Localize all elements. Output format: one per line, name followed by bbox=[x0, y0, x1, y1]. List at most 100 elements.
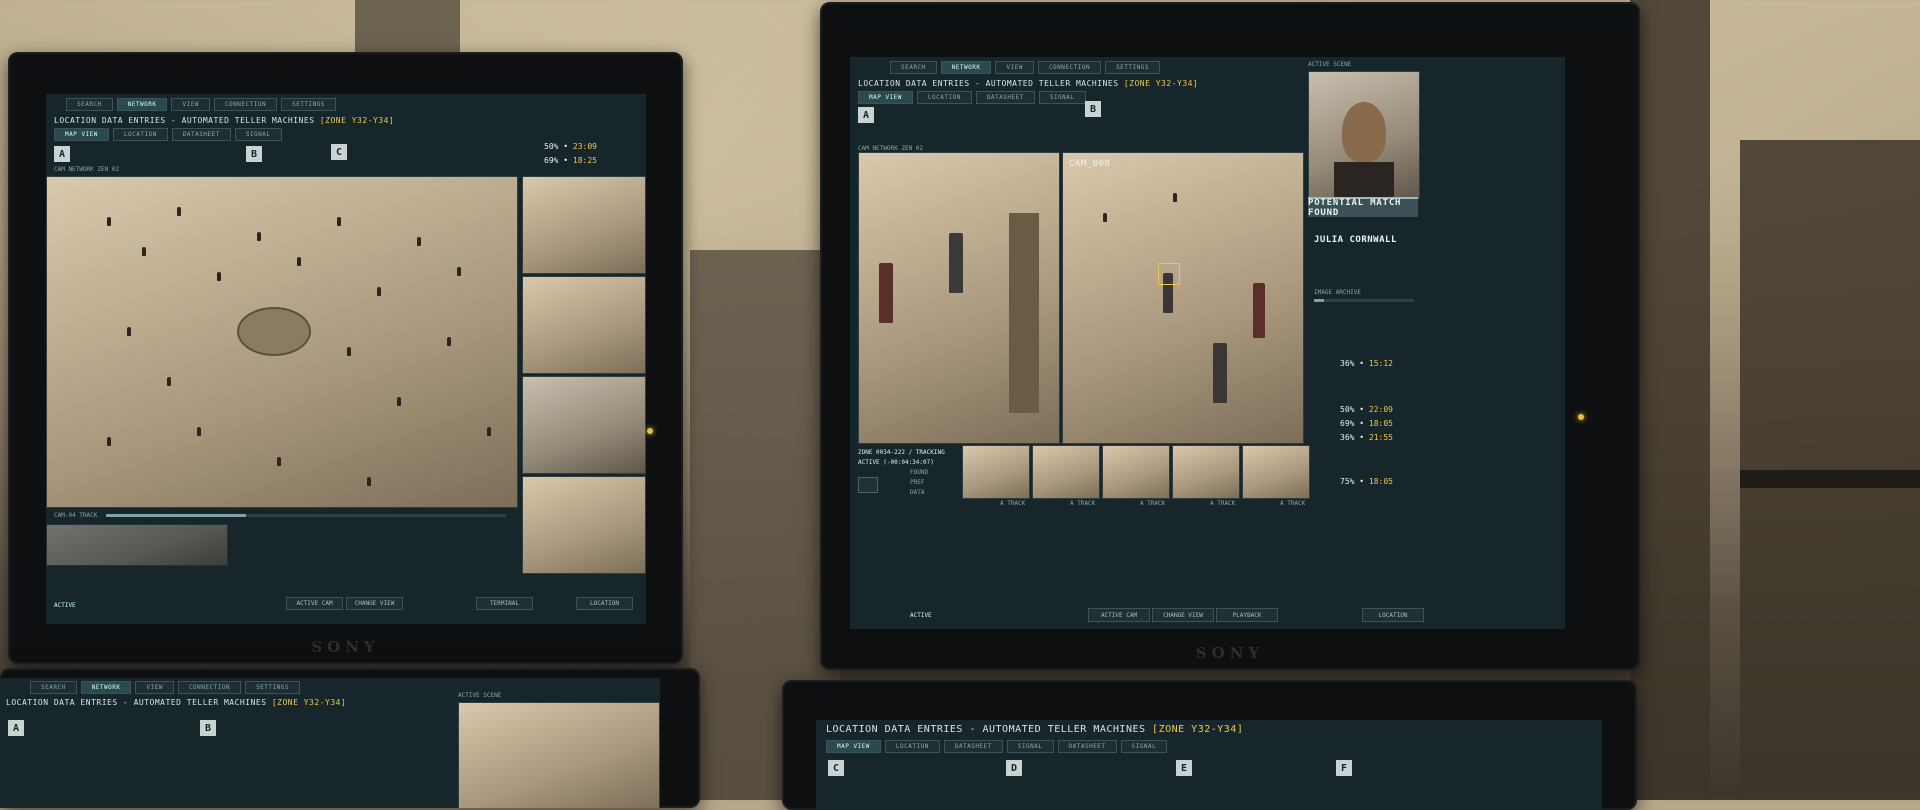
atm-badge-b[interactable]: B bbox=[246, 146, 262, 162]
tab-settings[interactable]: SETTINGS bbox=[245, 681, 300, 694]
playback-button[interactable]: PLAYBACK bbox=[1216, 608, 1278, 622]
tab-network[interactable]: NETWORK bbox=[940, 61, 992, 74]
tab-signal[interactable]: SIGNAL bbox=[1006, 740, 1054, 753]
location-button[interactable]: LOCATION bbox=[576, 597, 633, 610]
atm-badge-e[interactable]: E bbox=[1176, 760, 1192, 776]
stat-time: 23:09 bbox=[572, 142, 597, 151]
bottom-left-monitor: SEARCH NETWORK VIEW CONNECTION SETTINGS … bbox=[0, 668, 700, 808]
bottom-left-screen: SEARCH NETWORK VIEW CONNECTION SETTINGS … bbox=[0, 678, 660, 808]
tab-signal[interactable]: SIGNAL bbox=[1038, 91, 1086, 104]
image-archive-label: IMAGE ARCHIVE bbox=[1314, 289, 1361, 296]
camera-thumb[interactable] bbox=[522, 476, 646, 574]
zone-tracking-line: ZONE 0034-222 / TRACKING bbox=[858, 449, 945, 456]
stat-pct: 36% bbox=[1340, 433, 1355, 442]
header-title: LOCATION DATA ENTRIES - AUTOMATED TELLER… bbox=[6, 698, 346, 707]
change-view-button[interactable]: CHANGE VIEW bbox=[346, 597, 403, 610]
track-thumb[interactable] bbox=[1102, 445, 1170, 499]
match-photo[interactable] bbox=[1308, 71, 1420, 199]
info-booth bbox=[237, 307, 311, 356]
cam-network-label: CAM NETWORK ZEN 02 bbox=[858, 145, 924, 152]
tab-map-view[interactable]: MAP VIEW bbox=[858, 91, 913, 104]
tab-network[interactable]: NETWORK bbox=[116, 98, 168, 111]
status-active: ACTIVE bbox=[910, 612, 932, 619]
atm-badge-f[interactable]: F bbox=[1336, 760, 1352, 776]
cam-label: CAM_008 bbox=[1069, 159, 1111, 169]
tab-signal[interactable]: SIGNAL bbox=[234, 128, 282, 141]
camera-feed-main[interactable]: CAM_008 bbox=[1062, 152, 1304, 444]
tab-view[interactable]: VIEW bbox=[995, 61, 1034, 74]
active-cam-button[interactable]: ACTIVE CAM bbox=[286, 597, 343, 610]
location-button[interactable]: LOCATION bbox=[1362, 608, 1424, 622]
tab-location[interactable]: LOCATION bbox=[112, 128, 168, 141]
tab-datasheet[interactable]: DATASHEET bbox=[171, 128, 231, 141]
window-frame bbox=[1630, 0, 1710, 800]
tab-search[interactable]: SEARCH bbox=[66, 98, 113, 111]
change-view-button[interactable]: CHANGE VIEW bbox=[1152, 608, 1214, 622]
track-label: CAM-04 TRACK bbox=[54, 512, 98, 519]
tab-settings[interactable]: SETTINGS bbox=[1105, 61, 1160, 74]
tab-network[interactable]: NETWORK bbox=[80, 681, 132, 694]
tab-location[interactable]: LOCATION bbox=[916, 91, 972, 104]
tab-connection[interactable]: CONNECTION bbox=[1037, 61, 1102, 74]
camera-thumb[interactable] bbox=[522, 376, 646, 474]
atm-badge-a[interactable]: A bbox=[54, 146, 70, 162]
thumb-label: A TRACK bbox=[1070, 500, 1096, 507]
terminal-button[interactable]: TERMINAL bbox=[476, 597, 533, 610]
atm-badge-a[interactable]: A bbox=[8, 720, 24, 736]
atm-badge-d[interactable]: D bbox=[1006, 760, 1022, 776]
face bbox=[1342, 102, 1386, 162]
window-frame bbox=[1740, 470, 1920, 488]
atm-badge-c[interactable]: C bbox=[331, 144, 347, 160]
counter bbox=[1009, 213, 1039, 413]
camera-feed[interactable] bbox=[458, 702, 660, 808]
thumb-label: A TRACK bbox=[1140, 500, 1166, 507]
header-title-text: LOCATION DATA ENTRIES - AUTOMATED TELLER… bbox=[858, 79, 1119, 88]
tab-connection[interactable]: CONNECTION bbox=[177, 681, 242, 694]
tab-connection[interactable]: CONNECTION bbox=[213, 98, 278, 111]
camera-thumb[interactable] bbox=[522, 276, 646, 374]
path-found: FOUND bbox=[910, 469, 929, 476]
track-thumb[interactable] bbox=[1172, 445, 1240, 499]
tab-view[interactable]: VIEW bbox=[171, 98, 210, 111]
stat-pct: 50% bbox=[1340, 405, 1355, 414]
tab-settings[interactable]: SETTINGS bbox=[281, 98, 336, 111]
timeline-bar[interactable] bbox=[106, 514, 506, 517]
camera-feed-left[interactable] bbox=[858, 152, 1060, 444]
tab-datasheet-2[interactable]: DATASHEET bbox=[1057, 740, 1117, 753]
zone-label: [ZONE Y32-Y34] bbox=[319, 116, 395, 125]
path-data: DATA bbox=[910, 489, 925, 496]
atm-badge-a[interactable]: A bbox=[858, 107, 874, 123]
tab-signal-2[interactable]: SIGNAL bbox=[1120, 740, 1168, 753]
track-thumb[interactable] bbox=[962, 445, 1030, 499]
tab-map-view[interactable]: MAP VIEW bbox=[54, 128, 109, 141]
tab-search[interactable]: SEARCH bbox=[890, 61, 937, 74]
potential-match-banner: POTENTIAL MATCH FOUND bbox=[1308, 197, 1418, 218]
atm-badge-b[interactable]: B bbox=[200, 720, 216, 736]
tab-map-view[interactable]: MAP VIEW bbox=[826, 740, 881, 753]
header-title: LOCATION DATA ENTRIES - AUTOMATED TELLER… bbox=[54, 116, 394, 125]
status-active: ACTIVE bbox=[54, 602, 76, 609]
stat-line: 75% • 18:05 bbox=[1340, 477, 1393, 486]
tab-location[interactable]: LOCATION bbox=[884, 740, 940, 753]
tab-view[interactable]: VIEW bbox=[135, 681, 174, 694]
thumb-label: A TRACK bbox=[1280, 500, 1306, 507]
camera-feed-main[interactable] bbox=[46, 176, 518, 508]
cam-network-label: CAM NETWORK ZEN 02 bbox=[54, 166, 120, 173]
active-cam-button[interactable]: ACTIVE CAM bbox=[1088, 608, 1150, 622]
stat-line: 50% • 23:09 bbox=[544, 142, 597, 151]
atm-badge-c[interactable]: C bbox=[828, 760, 844, 776]
header-title: LOCATION DATA ENTRIES - AUTOMATED TELLER… bbox=[826, 724, 1243, 735]
brand-logo: SONY bbox=[1195, 644, 1265, 662]
stat-pct: 69% bbox=[1340, 419, 1355, 428]
tab-datasheet[interactable]: DATASHEET bbox=[975, 91, 1035, 104]
header-title-text: LOCATION DATA ENTRIES - AUTOMATED TELLER… bbox=[54, 116, 315, 125]
track-thumb[interactable] bbox=[1032, 445, 1100, 499]
atm-badge-b[interactable]: B bbox=[1085, 101, 1101, 117]
track-thumb[interactable] bbox=[1242, 445, 1310, 499]
tab-search[interactable]: SEARCH bbox=[30, 681, 77, 694]
power-led bbox=[1578, 414, 1584, 420]
tab-datasheet[interactable]: DATASHEET bbox=[943, 740, 1003, 753]
header-title-text: LOCATION DATA ENTRIES - AUTOMATED TELLER… bbox=[6, 698, 267, 707]
camera-thumb[interactable] bbox=[522, 176, 646, 274]
stat-time: 21:55 bbox=[1368, 433, 1393, 442]
